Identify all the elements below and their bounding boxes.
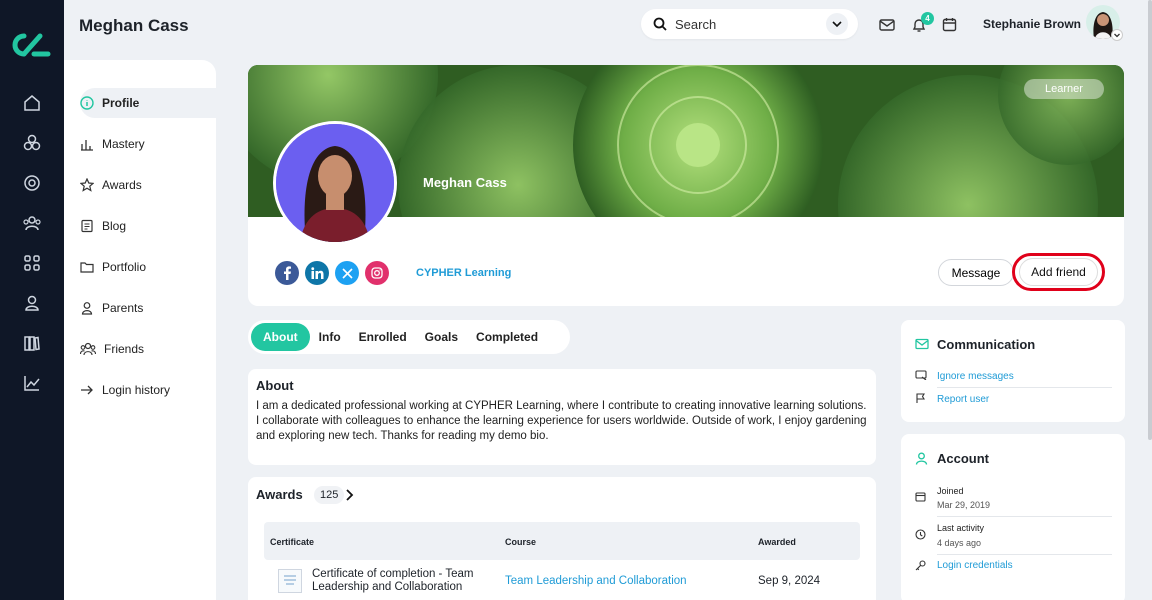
search-icon (653, 17, 667, 31)
tab-completed[interactable]: Completed (467, 323, 547, 351)
sidenav-label: Mastery (102, 137, 145, 151)
profile-avatar (273, 121, 397, 245)
about-card: About I am a dedicated professional work… (248, 369, 876, 465)
parents-icon (81, 302, 93, 315)
divider (937, 516, 1112, 517)
search-input[interactable]: Search (641, 9, 858, 39)
target-icon[interactable] (22, 173, 42, 193)
joined-label: Joined (937, 486, 964, 496)
awarded-date: Sep 9, 2024 (758, 575, 821, 587)
about-title: About (256, 378, 294, 393)
column-header: Awarded (758, 537, 796, 547)
about-text: I am a dedicated professional working at… (256, 400, 867, 442)
account-title: Account (937, 451, 989, 466)
login-credentials-link[interactable]: Login credentials (937, 560, 1013, 571)
chevron-down-icon[interactable] (826, 13, 848, 35)
sidenav-label: Friends (104, 342, 145, 356)
key-icon (915, 560, 926, 571)
bar-chart-icon (81, 140, 93, 151)
sidenav-item-awards[interactable]: Awards (80, 170, 216, 200)
home-icon[interactable] (22, 93, 42, 113)
course-link[interactable]: Team Leadership and Collaboration (505, 575, 687, 587)
account-user-icon (915, 452, 928, 465)
sidenav-item-blog[interactable]: Blog (80, 211, 216, 241)
awards-card: Awards 125 Certificate Course Awarded Ce… (248, 477, 876, 600)
mail-icon[interactable] (879, 18, 895, 32)
tab-enrolled[interactable]: Enrolled (350, 323, 416, 351)
add-friend-label: Add friend (1019, 258, 1098, 286)
report-user-link[interactable]: Report user (937, 394, 989, 405)
column-header: Certificate (270, 537, 315, 547)
sidenav-item-profile[interactable]: Profile (80, 88, 216, 118)
last-activity-label: Last activity (937, 523, 985, 533)
sidenav-label: Login history (102, 383, 171, 397)
certificate-icon (278, 569, 302, 593)
page-scrollbar[interactable] (1148, 0, 1152, 440)
add-friend-button[interactable]: Add friend (1012, 253, 1105, 291)
last-activity-value: 4 days ago (937, 538, 982, 548)
sidenav-label: Blog (102, 219, 127, 233)
notification-badge: 4 (921, 12, 934, 25)
account-card: Account Joined Mar 29, 2019 Last activit… (901, 434, 1125, 600)
user-name[interactable]: Stephanie Brown (983, 17, 1081, 31)
message-button[interactable]: Message (938, 259, 1014, 286)
sidenav-item-portfolio[interactable]: Portfolio (80, 252, 216, 282)
role-badge: Learner (1024, 79, 1104, 99)
user-icon[interactable] (22, 293, 42, 313)
ignore-icon (915, 370, 927, 380)
calendar-icon (915, 491, 926, 502)
linkedin-icon[interactable] (305, 261, 329, 285)
courses-icon[interactable] (22, 133, 42, 153)
awards-count-badge: 125 (314, 486, 345, 504)
sidenav-item-friends[interactable]: Friends (80, 334, 216, 364)
mail-icon (915, 338, 929, 350)
instagram-icon[interactable] (365, 261, 389, 285)
tab-about[interactable]: About (251, 323, 310, 351)
sidenav-label: Profile (102, 96, 140, 110)
info-icon (80, 96, 94, 110)
library-icon[interactable] (22, 333, 42, 353)
communication-card: Communication Ignore messages Report use… (901, 320, 1125, 422)
calendar-icon[interactable] (942, 17, 957, 32)
sidenav-item-parents[interactable]: Parents (80, 293, 216, 323)
clock-icon (915, 529, 926, 540)
sidenav-label: Portfolio (102, 260, 147, 274)
facebook-icon[interactable] (275, 261, 299, 285)
communication-title: Communication (937, 337, 1036, 352)
star-icon (80, 178, 94, 192)
awards-title: Awards (256, 487, 303, 502)
column-header: Course (505, 537, 537, 547)
tab-info[interactable]: Info (310, 323, 350, 351)
profile-tabs: About Info Enrolled Goals Completed (248, 320, 570, 354)
friends-icon (80, 342, 96, 356)
blog-icon (81, 219, 93, 233)
profile-name: Meghan Cass (423, 175, 507, 190)
groups-icon[interactable] (22, 213, 42, 233)
sidenav-item-login-history[interactable]: Login history (80, 375, 216, 405)
x-icon[interactable] (335, 261, 359, 285)
profile-sidenav: Profile Mastery Awards Blog Portfolio Pa… (64, 60, 216, 600)
chevron-right-icon[interactable] (344, 488, 354, 502)
logo[interactable] (10, 30, 52, 60)
login-icon (81, 385, 93, 395)
analytics-icon[interactable] (22, 373, 42, 393)
ignore-messages-link[interactable]: Ignore messages (937, 371, 1014, 382)
flag-icon (915, 393, 926, 404)
tab-goals[interactable]: Goals (416, 323, 467, 351)
page-title: Meghan Cass (79, 16, 189, 35)
app-rail (0, 0, 64, 600)
sidenav-label: Parents (102, 301, 144, 315)
divider (937, 387, 1112, 388)
sidenav-item-mastery[interactable]: Mastery (80, 129, 216, 159)
joined-value: Mar 29, 2019 (937, 500, 991, 510)
apps-icon[interactable] (22, 253, 42, 273)
search-placeholder: Search (675, 16, 717, 32)
awards-table-header: Certificate Course Awarded (264, 522, 860, 560)
organization-link[interactable]: CYPHER Learning (416, 267, 511, 279)
user-menu-chevron-icon[interactable] (1111, 29, 1123, 41)
folder-icon (80, 262, 94, 273)
divider (937, 554, 1112, 555)
certificate-name[interactable]: Certificate of completion - Team Leaders… (312, 568, 502, 594)
sidenav-label: Awards (102, 178, 142, 192)
